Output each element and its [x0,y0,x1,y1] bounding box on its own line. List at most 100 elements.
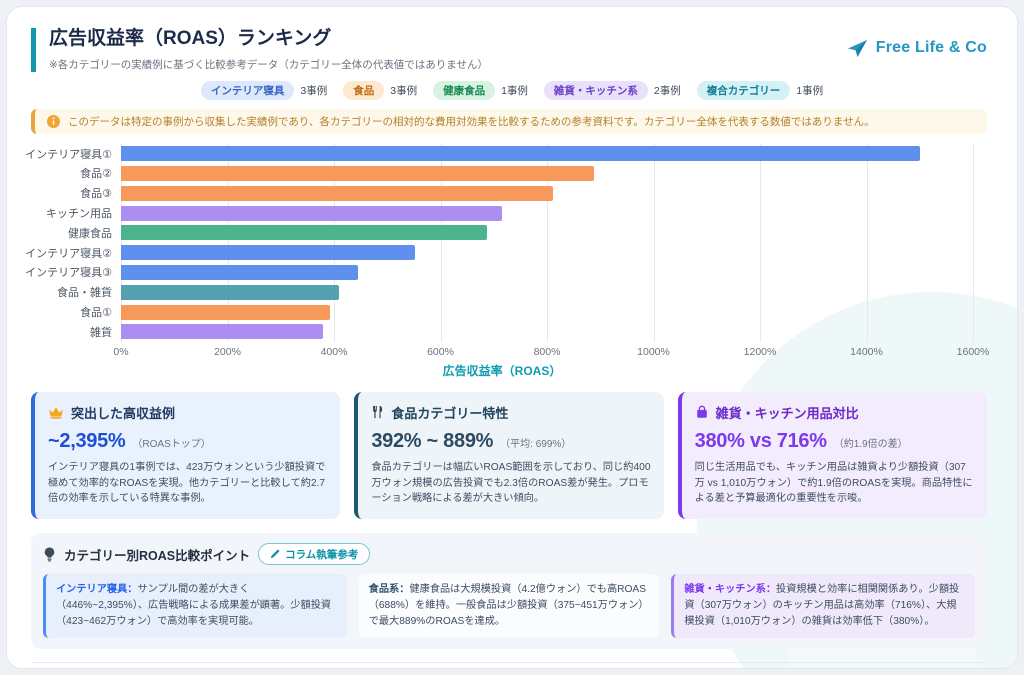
chart-y-label: 食品・雑貨 [31,282,121,302]
insight-lead: 雑貨・キッチン系： [684,584,776,595]
brand-name: Free Life & Co [876,39,987,57]
chart-y-label: インテリア寝具② [31,243,121,263]
chart-y-label: 食品③ [31,183,121,203]
lightbulb-icon [43,547,56,562]
chart-row [121,243,973,263]
header: 広告収益率（ROAS）ランキング ※各カテゴリーの実績例に基づく比較参考データ（… [7,7,1017,72]
legend-item: インテリア寝具 3事例 [201,81,327,100]
insight-lead: 食品系： [369,584,410,595]
card-metric-note: （約1.9倍の差） [834,435,908,450]
x-tick-label: 0% [113,346,128,358]
legend-pill: 健康食品 [433,81,495,100]
card-body: 食品カテゴリーは幅広いROAS範囲を示しており、同じ約400万ウォン規模の広告投… [371,460,650,507]
chart-y-label: 健康食品 [31,223,121,243]
card-food-category: 食品カテゴリー特性 392% ~ 889% （平均: 699%） 食品カテゴリー… [354,392,663,519]
category-legend: インテリア寝具3事例食品3事例健康食品1事例雑貨・キッチン系2事例複合カテゴリー… [7,81,1017,100]
title-block: 広告収益率（ROAS）ランキング ※各カテゴリーの実績例に基づく比較参考データ（… [31,28,488,72]
chart-y-label: 食品① [31,302,121,322]
bag-icon [695,405,709,419]
comparison-header: カテゴリー別ROAS比較ポイント コラム執筆参考 [43,543,975,565]
card-title-text: 突出した高収益例 [71,403,175,422]
brand-logo: Free Life & Co [845,36,987,60]
insight-lead: インテリア寝具： [56,584,138,595]
chart-y-label: キッチン用品 [31,203,121,223]
card-title-text: 食品カテゴリー特性 [391,403,508,422]
notice-text: このデータは特定の事例から収集した実績例であり、各カテゴリーの相対的な費用対効果… [68,114,875,129]
chart-plot [121,144,973,342]
chart-bar [121,206,502,221]
chart-y-label: 食品② [31,164,121,184]
card-title-text: 雑貨・キッチン用品対比 [716,403,859,422]
chart-bar [121,285,339,300]
chart-y-label: インテリア寝具① [31,144,121,164]
chart-y-label: 雑貨 [31,322,121,342]
utensils-icon [371,405,384,419]
insight-food: 食品系：健康食品は大規模投資（4.2億ウォン）でも高ROAS（688%）を維持。… [359,574,660,637]
x-tick-label: 400% [321,346,348,358]
pencil-icon [270,549,280,559]
x-tick-label: 1600% [957,346,990,358]
chart-bar [121,305,330,320]
insight-text: 健康食品は大規模投資（4.2億ウォン）でも高ROAS（688%）を維持。一般食品… [369,584,649,627]
legend-item: 複合カテゴリー1事例 [697,81,823,100]
card-top-roas: 突出した高収益例 ~2,395% （ROASトップ） インテリア寝具の1事例では… [31,392,340,519]
chart-row [121,183,973,203]
grid-line [973,144,974,342]
chart-bar [121,324,323,339]
insight-goods: 雑貨・キッチン系：投資規模と効率に相関関係あり。少額投資（307万ウォン）のキッ… [671,574,975,637]
legend-count: 3事例 [300,83,327,98]
legend-pill: 食品 [343,81,384,100]
x-tick-label: 200% [214,346,241,358]
badge-text: コラム執筆参考 [285,547,358,562]
chart-row [121,144,973,164]
chart-row [121,164,973,184]
card-title: 雑貨・キッチン用品対比 [695,403,974,422]
chart-bar [121,146,920,161]
paper-plane-icon [845,36,869,60]
chart-rows [121,144,973,342]
legend-count: 2事例 [654,83,681,98]
x-tick-label: 600% [427,346,454,358]
legend-pill: 雑貨・キッチン系 [544,81,648,100]
legend-item: 雑貨・キッチン系 2事例 [544,81,681,100]
x-tick-label: 800% [534,346,561,358]
roas-chart: インテリア寝具①食品②食品③キッチン用品健康食品インテリア寝具②インテリア寝具③… [31,144,987,379]
comparison-section: カテゴリー別ROAS比較ポイント コラム執筆参考 インテリア寝具：サンプル間の差… [31,533,987,648]
legend-pill: 複合カテゴリー [697,81,791,100]
chart-row [121,223,973,243]
card-body: インテリア寝具の1事例では、423万ウォンという少額投資で極めて効率的なROAS… [48,460,327,507]
notice-banner: このデータは特定の事例から収集した実績例であり、各カテゴリーの相対的な費用対効果… [31,109,987,134]
page-title: 広告収益率（ROAS）ランキング [49,28,488,51]
comparison-items: インテリア寝具：サンプル間の差が大きく（446%~2,395%）、広告戦略による… [43,574,975,637]
card-metric: ~2,395% [48,430,125,453]
chart-x-title: 広告収益率（ROAS） [121,362,883,379]
chart-x-axis: 0%200%400%600%800%1000%1200%1400%1600% [121,342,973,358]
card-title: 食品カテゴリー特性 [371,403,650,422]
x-tick-label: 1200% [744,346,777,358]
card-metric-note: （ROASトップ） [132,435,210,450]
x-tick-label: 1000% [637,346,670,358]
legend-count: 1事例 [501,83,528,98]
chart-row [121,302,973,322]
chart-y-labels: インテリア寝具①食品②食品③キッチン用品健康食品インテリア寝具②インテリア寝具③… [31,144,121,342]
chart-bar [121,225,487,240]
column-reference-badge: コラム執筆参考 [258,543,370,565]
card-metric: 392% ~ 889% [371,430,493,453]
card-metric-note: （平均: 699%） [500,435,571,450]
chart-bar [121,166,594,181]
legend-item: 食品 3事例 [343,81,417,100]
card-body: 同じ生活用品でも、キッチン用品は雑貨より少額投資（307万 vs 1,010万ウ… [695,460,974,507]
footer: Free Life & Co Free Life & Co 韓国マーケティングデ… [31,662,987,669]
legend-item: 健康食品 1事例 [433,81,528,100]
x-tick-label: 1400% [850,346,883,358]
chart-y-label: インテリア寝具③ [31,263,121,283]
legend-pill: インテリア寝具 [201,81,295,100]
report-page: 広告収益率（ROAS）ランキング ※各カテゴリーの実績例に基づく比較参考データ（… [6,6,1018,669]
legend-count: 3事例 [390,83,417,98]
chart-bar [121,265,358,280]
chart-row [121,282,973,302]
card-goods-kitchen: 雑貨・キッチン用品対比 380% vs 716% （約1.9倍の差） 同じ生活用… [678,392,987,519]
chart-bar [121,245,415,260]
card-metric: 380% vs 716% [695,430,827,453]
insight-interior: インテリア寝具：サンプル間の差が大きく（446%~2,395%）、広告戦略による… [43,574,347,637]
